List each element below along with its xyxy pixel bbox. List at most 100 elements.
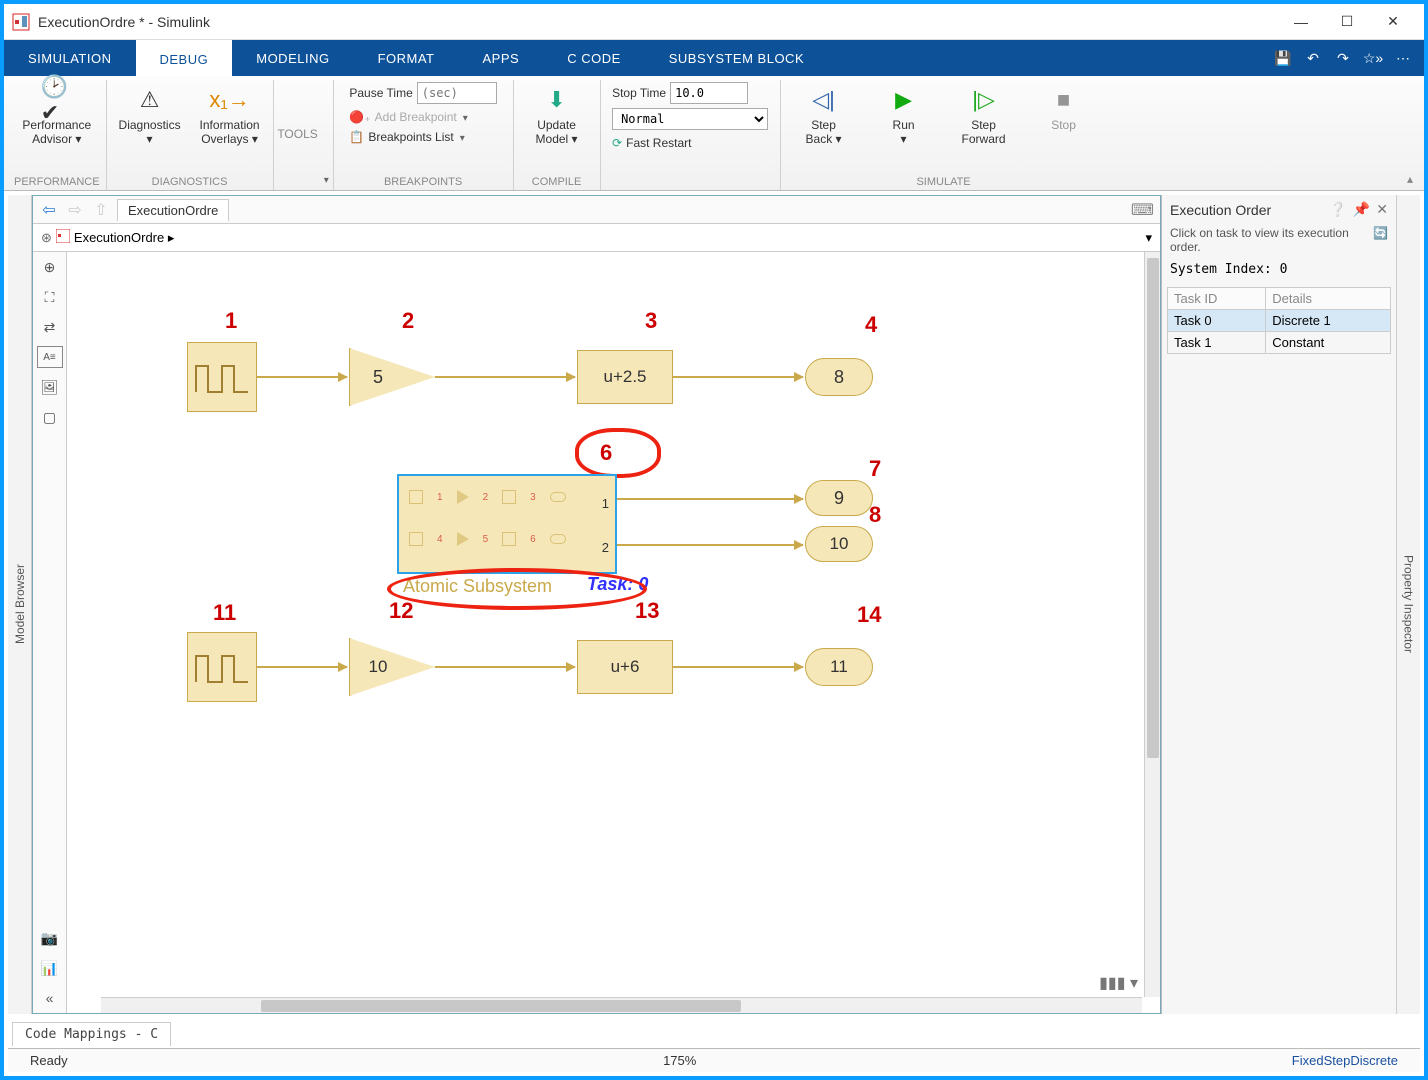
path-crumb[interactable]: ExecutionOrdre ▸ [74,230,174,246]
system-index-label: System Index: 0 [1162,256,1396,283]
group-label-diagnostics: DIAGNOSTICS [152,174,228,190]
exec-order-11: 11 [213,600,236,626]
tab-modeling[interactable]: MODELING [232,40,353,76]
help-icon[interactable]: ❔ [1329,201,1346,218]
fit-to-view-button[interactable]: ⛶ [37,286,63,308]
tab-simulation[interactable]: SIMULATION [4,40,136,76]
play-icon: ▶ [888,84,920,116]
breakpoints-list-icon: 📋 [349,130,364,144]
display-block-2[interactable]: 9 [805,480,873,516]
red-circle-top [575,428,661,478]
favorites-button[interactable]: ☆» [1358,43,1388,73]
toolstrip-tabs: SIMULATION DEBUG MODELING FORMAT APPS C … [4,40,1424,76]
annotation-button[interactable]: A≡ [37,346,63,368]
signal-5[interactable] [435,666,575,668]
stop-button[interactable]: ■ Stop [1027,82,1101,132]
model-canvas[interactable]: 1 2 5 3 u+2.5 4 8 6 [67,252,1160,1013]
tab-debug[interactable]: DEBUG [136,40,233,76]
block-button[interactable]: ▢ [37,406,63,428]
tab-subsystem-block[interactable]: SUBSYSTEM BLOCK [645,40,828,76]
tab-apps[interactable]: APPS [459,40,544,76]
table-row[interactable]: Task 1 Constant [1168,332,1391,354]
diagnostics-button[interactable]: ⚠ Diagnostics ▾ [113,82,187,146]
update-model-button[interactable]: ⬇ Update Model ▾ [520,82,594,146]
pin-icon[interactable]: 📌 [1353,201,1370,218]
red-circle-bottom [387,568,647,610]
titlebar: ExecutionOrdre * - Simulink — ☐ ✕ [4,4,1424,40]
stop-time-input[interactable] [670,82,748,104]
horizontal-scrollbar[interactable] [101,997,1142,1013]
signal-trace-button[interactable]: ⇄ [37,316,63,338]
zoom-fit-button[interactable]: ⊕ [37,256,63,278]
minimize-button[interactable]: — [1278,6,1324,38]
editor-tab[interactable]: ExecutionOrdre [117,199,229,221]
display-block-1[interactable]: 8 [805,358,873,396]
maximize-button[interactable]: ☐ [1324,6,1370,38]
property-inspector-collapsed[interactable]: Property Inspector [1396,195,1420,1014]
breakpoints-list-button[interactable]: 📋 Breakpoints List [349,128,464,146]
display-block-4[interactable]: 11 [805,648,873,686]
path-dropdown-button[interactable]: ▾ [1145,230,1152,246]
model-browser-collapsed[interactable]: Model Browser [8,195,32,1014]
view-mode-buttons[interactable]: ▮▮▮ ▾ [1099,973,1138,993]
atomic-subsystem-block[interactable]: 1 2 3 4 5 6 1 2 [397,474,617,574]
performance-advisor-button[interactable]: 🕑✔ Performance Advisor ▾ [20,82,94,146]
information-overlays-button[interactable]: x₁→ Information Overlays ▾ [193,82,267,146]
screenshot-button[interactable]: 📷 [37,927,63,949]
signal-3[interactable] [673,376,803,378]
nav-forward-button[interactable]: ⇨ [65,200,85,220]
signal-2[interactable] [435,376,575,378]
add-breakpoint-button[interactable]: 🔴₊ Add Breakpoint [349,108,467,126]
refresh-icon[interactable]: 🔄 [1373,226,1388,254]
pulse-generator-2[interactable] [187,632,257,702]
table-row[interactable]: Task 0 Discrete 1 [1168,310,1391,332]
path-home-button[interactable]: ⊛ [41,230,52,246]
save-button[interactable]: 💾 [1268,43,1298,73]
quick-access-toolbar: 💾 ↶ ↷ ☆» ⋯ [1262,40,1424,76]
window-title: ExecutionOrdre * - Simulink [38,14,1278,30]
nav-up-button[interactable]: ⇧ [91,200,111,220]
image-button[interactable]: 🖼 [37,376,63,398]
signal-4[interactable] [257,666,347,668]
overlay-icon: x₁→ [214,84,246,116]
step-forward-button[interactable]: |▷ Step Forward [947,82,1021,146]
pause-time-input[interactable] [417,82,497,104]
step-back-button[interactable]: ◁| Step Back ▾ [787,82,861,146]
gain-block-1[interactable]: 5 [349,348,435,406]
signal-sub-2[interactable] [617,544,803,546]
pause-time-label: Pause Time [349,86,412,100]
model-data-button[interactable]: 📊 [37,957,63,979]
ribbon-collapse-button[interactable]: ▴ [1400,80,1420,190]
chevron-down-icon[interactable]: ▾ [324,175,329,186]
fast-restart-button[interactable]: ⟳ Fast Restart [612,134,691,152]
exec-order-8: 8 [869,502,881,528]
tab-ccode[interactable]: C CODE [543,40,645,76]
display-block-3[interactable]: 10 [805,526,873,562]
palette-bar: ⊕ ⛶ ⇄ A≡ 🖼 ▢ 📷 📊 « [33,252,67,1013]
simulink-icon [12,13,30,31]
tab-format[interactable]: FORMAT [354,40,459,76]
fcn-block-2[interactable]: u+6 [577,640,673,694]
close-panel-icon[interactable]: ✕ [1376,201,1388,218]
more-button[interactable]: ⋯ [1388,43,1418,73]
more-palette-button[interactable]: « [37,987,63,1009]
stop-icon: ■ [1048,84,1080,116]
close-button[interactable]: ✕ [1370,6,1416,38]
subsys-port-2: 2 [602,540,609,555]
pulse-generator-1[interactable] [187,342,257,412]
code-mappings-tab[interactable]: Code Mappings - C [12,1022,171,1046]
keyboard-icon[interactable]: ⌨ [1131,200,1154,220]
fcn-block-1[interactable]: u+2.5 [577,350,673,404]
gain-block-2[interactable]: 10 [349,638,435,696]
vertical-scrollbar[interactable] [1144,252,1160,997]
nav-back-button[interactable]: ⇦ [39,200,59,220]
signal-6[interactable] [673,666,803,668]
canvas-wrap: ⊕ ⛶ ⇄ A≡ 🖼 ▢ 📷 📊 « 1 2 [33,252,1160,1013]
status-solver[interactable]: FixedStepDiscrete [1280,1053,1410,1068]
signal-sub-1[interactable] [617,498,803,500]
redo-button[interactable]: ↷ [1328,43,1358,73]
simulation-mode-select[interactable]: Normal [612,108,768,130]
run-button[interactable]: ▶ Run ▾ [867,82,941,146]
undo-button[interactable]: ↶ [1298,43,1328,73]
signal-1[interactable] [257,376,347,378]
